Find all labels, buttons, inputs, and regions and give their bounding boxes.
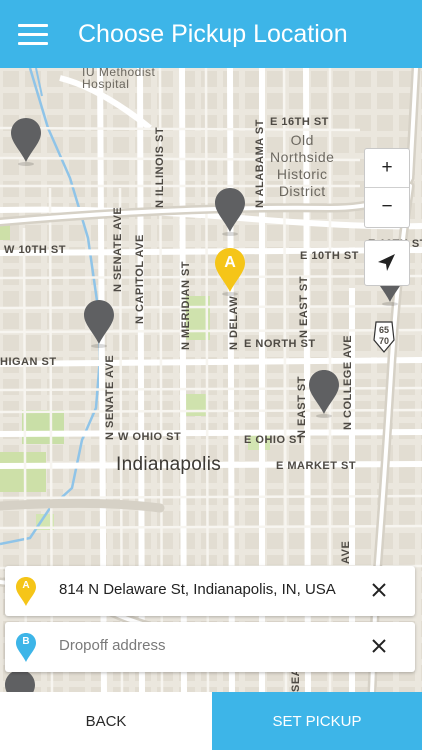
- dropoff-address-input[interactable]: Dropoff address: [59, 637, 165, 654]
- bottom-action-bar: BACK SET PICKUP: [0, 692, 422, 750]
- highway-shield-top: 65: [379, 325, 390, 335]
- menu-bar: [18, 42, 48, 45]
- map-label-michigan: HIGAN ST: [0, 356, 57, 368]
- map-label-city: Indianapolis: [116, 454, 222, 475]
- menu-button[interactable]: [16, 20, 50, 48]
- map-label-alabama: N ALABAMA ST: [254, 119, 266, 208]
- back-button[interactable]: BACK: [0, 692, 212, 750]
- menu-bar: [18, 33, 48, 36]
- map-pin-icon[interactable]: [212, 186, 248, 236]
- map-label-ave: AVE: [340, 540, 352, 564]
- map-label-w10th: W 10TH ST: [4, 244, 66, 256]
- page-title: Choose Pickup Location: [78, 20, 348, 48]
- map-label-e16th: E 16TH ST: [270, 116, 329, 128]
- map-label-e-ohio: E OHIO ST: [244, 434, 305, 446]
- zoom-in-button[interactable]: +: [365, 149, 409, 188]
- map-label-capitol: N CAPITOL AVE: [134, 234, 146, 324]
- dropoff-address-field[interactable]: B Dropoff address: [5, 622, 415, 672]
- map-label-senate-a: N SENATE AVE: [112, 206, 124, 292]
- map-label-illinois: N ILLINOIS ST: [154, 126, 166, 208]
- map-label-senate-b: N SENATE AVE: [104, 354, 116, 440]
- map-label-east-a: N EAST ST: [298, 276, 310, 338]
- map-label-delaware: N DELAW: [228, 295, 240, 350]
- pickup-address-field[interactable]: A 814 N Delaware St, Indianapolis, IN, U…: [5, 566, 415, 616]
- selected-pickup-pin[interactable]: A: [212, 246, 248, 296]
- map-pin-icon[interactable]: [81, 298, 117, 348]
- menu-bar: [18, 24, 48, 27]
- map-label-market: E MARKET ST: [276, 460, 357, 472]
- zoom-out-button[interactable]: −: [365, 188, 409, 226]
- set-pickup-button[interactable]: SET PICKUP: [212, 692, 422, 750]
- zoom-control: + −: [364, 148, 410, 228]
- clear-dropoff-icon[interactable]: [367, 634, 391, 658]
- map-pin-icon[interactable]: [8, 116, 44, 166]
- pin-letter: A: [224, 254, 236, 271]
- clear-pickup-icon[interactable]: [367, 578, 391, 602]
- my-location-button[interactable]: [364, 240, 410, 286]
- pickup-marker-letter: A: [22, 580, 30, 591]
- map-label-north-st: E NORTH ST: [244, 338, 316, 350]
- map-label-meridian: N MERIDIAN ST: [180, 261, 192, 350]
- map-label-college: N COLLEGE AVE: [342, 334, 354, 430]
- app-header: Choose Pickup Location: [0, 0, 422, 68]
- navigation-arrow-icon: [378, 254, 395, 271]
- highway-shield-bottom: 70: [379, 336, 390, 346]
- map-pin-icon[interactable]: [306, 368, 342, 418]
- map-label-w-ohio: W OHIO ST: [118, 431, 182, 443]
- map-label-old-northside: Old Northside Historic District: [270, 132, 335, 199]
- dropoff-marker-letter: B: [22, 636, 30, 647]
- map-label-e10th-a: E 10TH ST: [300, 250, 359, 262]
- map-label-hospital: IU Methodist Hospital: [82, 68, 156, 91]
- pickup-address-text[interactable]: 814 N Delaware St, Indianapolis, IN, USA: [59, 581, 336, 598]
